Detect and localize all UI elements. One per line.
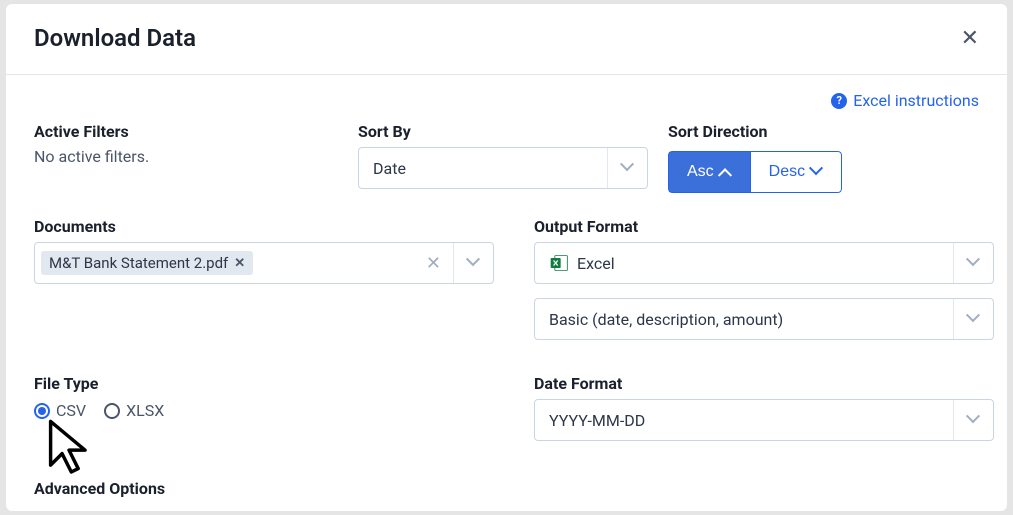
sort-by-value: Date [359, 159, 607, 178]
date-format-select[interactable]: YYYY-MM-DD [534, 399, 994, 441]
chevron-down-icon [968, 313, 980, 325]
excel-instructions-row: ? Excel instructions [6, 75, 1007, 114]
close-icon: ✕ [961, 25, 979, 50]
advanced-options-label: Advanced Options [6, 441, 1007, 498]
excel-instructions-link[interactable]: ? Excel instructions [831, 91, 979, 110]
output-format-arrow [953, 243, 993, 283]
output-format-value: Excel [535, 253, 953, 273]
chevron-down-icon [622, 162, 634, 174]
top-row: Active Filters No active filters. Sort B… [6, 114, 1007, 193]
radio-csv-label: CSV [56, 401, 86, 420]
sort-by-label: Sort By [358, 122, 660, 141]
tag-remove-icon[interactable]: ✕ [234, 256, 245, 271]
output-format-field: Output Format Excel B [534, 217, 1007, 340]
documents-field: Documents M&T Bank Statement 2.pdf ✕ ✕ [34, 217, 514, 340]
active-filters-value: No active filters. [34, 147, 350, 166]
sort-by-select[interactable]: Date [358, 147, 648, 189]
chevron-down-icon [968, 414, 980, 426]
radio-csv[interactable]: CSV [34, 401, 86, 420]
clear-icon[interactable]: ✕ [414, 253, 453, 274]
excel-instructions-label: Excel instructions [853, 91, 979, 110]
excel-icon [549, 253, 569, 273]
file-type-label: File Type [34, 374, 514, 393]
modal-title: Download Data [34, 24, 196, 52]
date-format-field: Date Format YYYY-MM-DD [534, 374, 1007, 441]
output-format-label: Output Format [534, 217, 1007, 236]
sort-by-arrow [607, 148, 647, 188]
help-icon: ? [831, 93, 847, 109]
middle-row: Documents M&T Bank Statement 2.pdf ✕ ✕ O… [6, 193, 1007, 340]
radio-circle-xlsx [104, 403, 120, 419]
bottom-row: File Type CSV XLSX Date Format YYYY-MM-D… [6, 340, 1007, 441]
active-filters-label: Active Filters [34, 122, 350, 141]
radio-dot [38, 407, 46, 415]
active-filters-field: Active Filters No active filters. [34, 122, 350, 193]
chevron-up-icon [720, 166, 732, 178]
document-tag: M&T Bank Statement 2.pdf ✕ [41, 251, 253, 275]
chevron-down-icon [968, 257, 980, 269]
sort-direction-label: Sort Direction [668, 122, 1007, 141]
desc-label: Desc [769, 163, 805, 181]
sort-direction-field: Sort Direction Asc Desc [668, 122, 1007, 193]
documents-label: Documents [34, 217, 514, 236]
chevron-down-icon [811, 166, 823, 178]
output-template-select[interactable]: Basic (date, description, amount) [534, 298, 994, 340]
download-data-modal: Download Data ✕ ? Excel instructions Act… [6, 4, 1007, 511]
date-format-arrow [953, 400, 993, 440]
radio-circle-csv [34, 403, 50, 419]
modal-header: Download Data ✕ [6, 4, 1007, 75]
radio-xlsx[interactable]: XLSX [104, 401, 164, 420]
sort-direction-toggle: Asc Desc [668, 151, 842, 193]
radio-xlsx-label: XLSX [126, 401, 164, 420]
file-type-field: File Type CSV XLSX [34, 374, 514, 441]
output-format-select[interactable]: Excel [534, 242, 994, 284]
close-button[interactable]: ✕ [961, 27, 979, 49]
output-template-arrow [953, 299, 993, 339]
documents-select[interactable]: M&T Bank Statement 2.pdf ✕ ✕ [34, 242, 494, 284]
asc-label: Asc [687, 163, 714, 181]
output-template-value: Basic (date, description, amount) [535, 310, 953, 329]
file-type-radio-group: CSV XLSX [34, 401, 514, 420]
desc-button[interactable]: Desc [750, 151, 842, 193]
asc-button[interactable]: Asc [668, 151, 750, 193]
documents-arrow [453, 243, 493, 283]
chevron-down-icon [468, 257, 480, 269]
date-format-label: Date Format [534, 374, 1007, 393]
document-tag-label: M&T Bank Statement 2.pdf [49, 254, 228, 272]
sort-by-field: Sort By Date [358, 122, 660, 193]
output-format-text: Excel [577, 254, 615, 273]
date-format-value: YYYY-MM-DD [535, 411, 953, 430]
